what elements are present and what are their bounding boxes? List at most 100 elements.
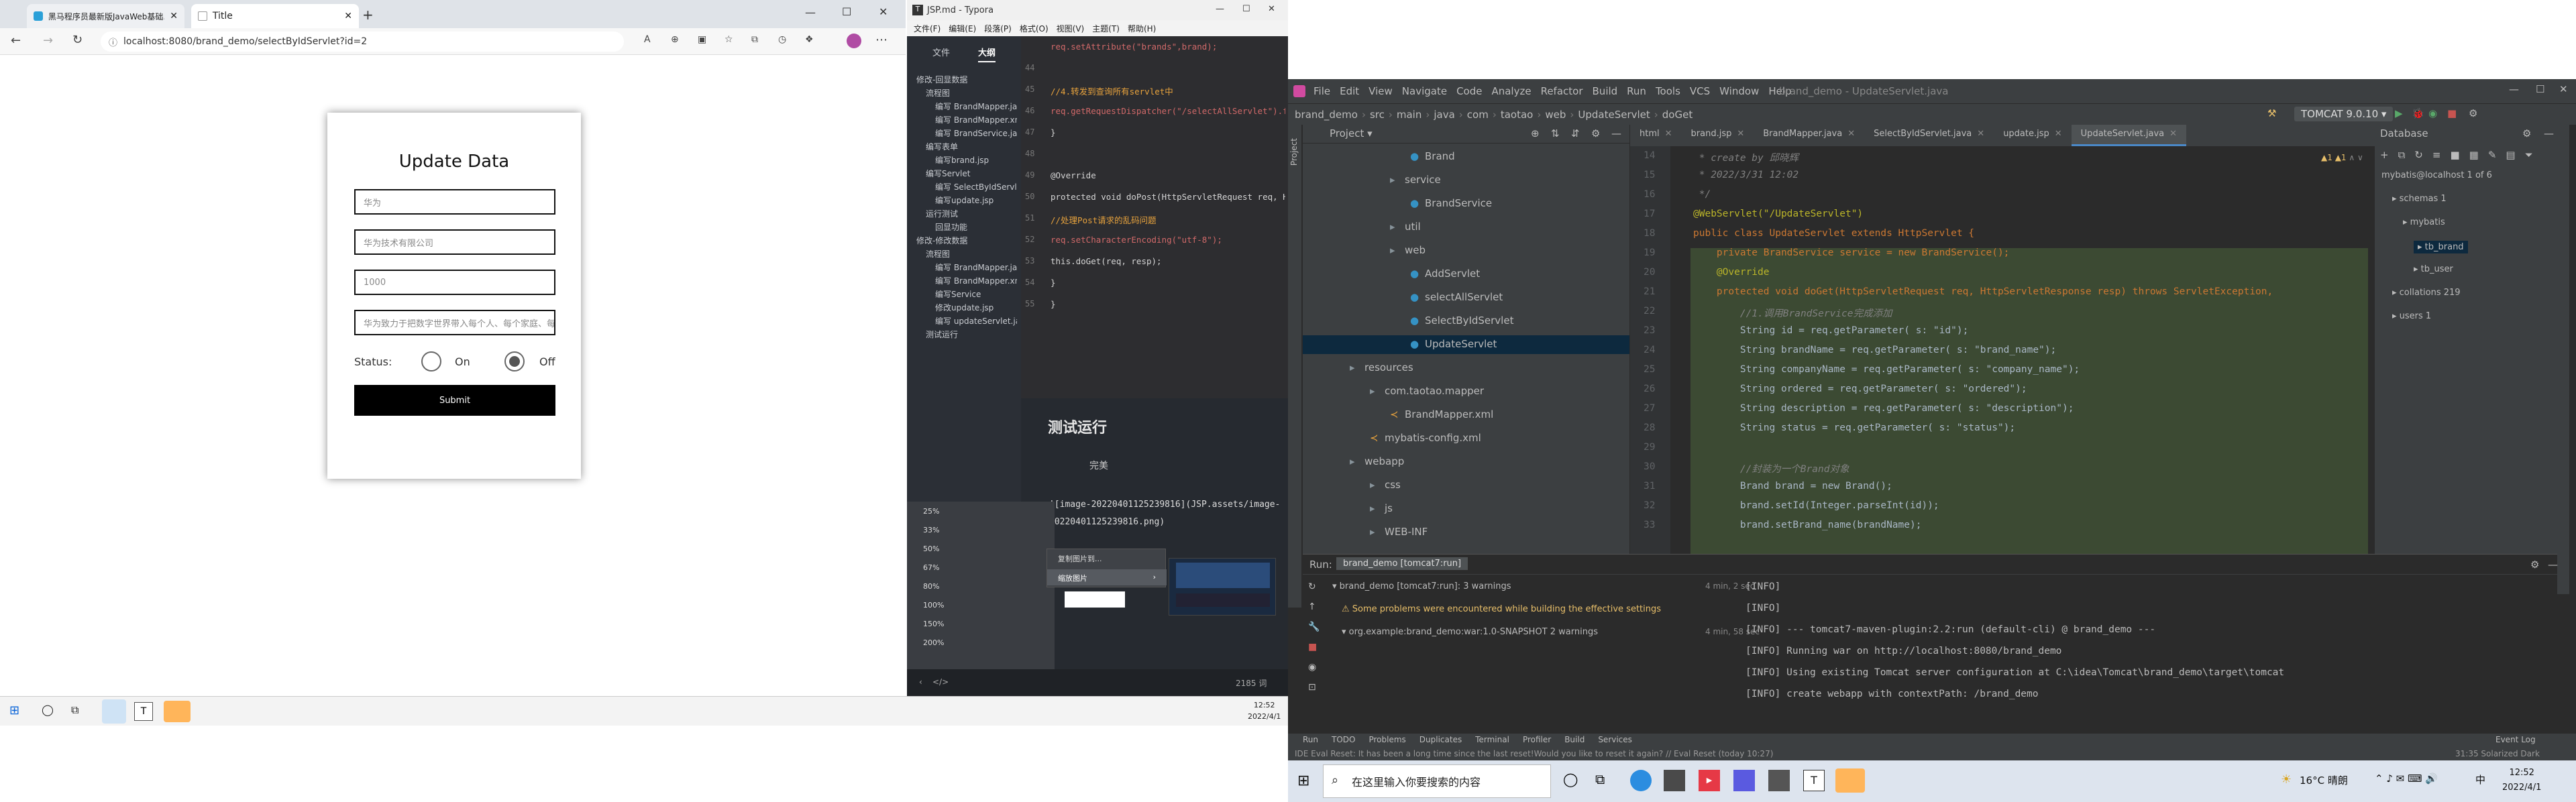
close-icon[interactable]: ✕	[2055, 129, 2062, 139]
close-window-icon[interactable]: ✕	[2559, 83, 2568, 95]
breadcrumb-item[interactable]: com	[1467, 109, 1489, 121]
tree-row[interactable]: ▸ webapp	[1303, 453, 1629, 471]
outline-item[interactable]: 修改-回显数据	[916, 74, 1017, 85]
tree-row[interactable]: ● UpdateServlet	[1303, 335, 1629, 354]
menu-item[interactable]: VCS	[1690, 85, 1710, 97]
outline-item[interactable]: 编写 BrandMapper.java	[935, 262, 1017, 273]
outline-item[interactable]: 编写 BrandMapper.xml	[935, 114, 1017, 125]
editor-tab[interactable]: html ✕	[1630, 125, 1682, 146]
menu-item[interactable]: View	[1368, 85, 1393, 97]
rerun-icon[interactable]: ↻	[1308, 581, 1320, 592]
edge-taskbar-icon[interactable]	[1630, 770, 1652, 791]
tree-row[interactable]: ▸ js	[1303, 500, 1629, 518]
menu-item[interactable]: Build	[1593, 85, 1618, 97]
menu-item[interactable]: 主题(T)	[1092, 23, 1120, 34]
menu-item[interactable]: File	[1313, 85, 1330, 97]
minimize-icon[interactable]: —	[805, 6, 816, 19]
outline-item[interactable]: 编写 BrandService.java	[935, 127, 1017, 139]
menu-item[interactable]: 格式(O)	[1020, 23, 1049, 34]
zoom-option[interactable]: 150%	[923, 620, 944, 628]
cortana-icon[interactable]: ◯	[1563, 771, 1578, 787]
pin-icon[interactable]: ⊡	[1308, 682, 1320, 693]
db-tree-item[interactable]: ▸ tb_user	[2414, 264, 2453, 274]
event-log-button[interactable]: Event Log	[2496, 735, 2536, 744]
tree-row[interactable]: ● selectAllServlet	[1303, 288, 1629, 307]
minimize-icon[interactable]: —	[1216, 4, 1224, 14]
menu-item-copy-image[interactable]: 复制图片到...	[1058, 553, 1102, 564]
add-icon[interactable]: +	[2380, 149, 2389, 161]
tree-row[interactable]: ▸ util	[1303, 218, 1629, 237]
close-icon[interactable]: ✕	[1737, 129, 1744, 139]
editor-tab[interactable]: BrandMapper.java ✕	[1754, 125, 1864, 146]
outline-item[interactable]: 编写 updateServlet.java	[935, 315, 1017, 327]
maximize-icon[interactable]: ☐	[2536, 83, 2544, 95]
gear-icon[interactable]: ⚙	[2522, 127, 2531, 139]
breadcrumb-item[interactable]: main	[1397, 109, 1421, 121]
locate-icon[interactable]: ⊕	[1531, 127, 1540, 139]
copy-icon[interactable]: ⧉	[2398, 149, 2406, 161]
hide-icon[interactable]: —	[1611, 127, 1621, 139]
settings-icon[interactable]: ⚙	[2469, 107, 2477, 119]
run-config-select[interactable]: TOMCAT 9.0.10 ▾	[2294, 107, 2394, 121]
company-name-input[interactable]: 华为技术有限公司	[354, 229, 555, 255]
close-icon[interactable]: ✕	[170, 11, 178, 21]
submit-button[interactable]: Submit	[354, 385, 555, 416]
expand-all-icon[interactable]: ⇵	[1571, 127, 1580, 139]
search-icon[interactable]: ◯	[42, 703, 54, 716]
db-tree-item[interactable]: mybatis@localhost 1 of 6	[2381, 170, 2492, 180]
app-taskbar-icon[interactable]	[1768, 770, 1790, 791]
status-on-radio[interactable]	[421, 351, 441, 371]
db-tree-item[interactable]: ▸ users 1	[2392, 311, 2431, 321]
project-view-select[interactable]: Project ▾	[1330, 127, 1373, 139]
editor-tab[interactable]: UpdateServlet.java ✕	[2071, 125, 2187, 146]
up-icon[interactable]: ↑	[1308, 602, 1320, 612]
tool-tab[interactable]: Services	[1598, 735, 1632, 744]
breadcrumb-item[interactable]: web	[1545, 109, 1566, 121]
forward-icon[interactable]: →	[43, 34, 53, 48]
menu-item[interactable]: Analyze	[1491, 85, 1531, 97]
typora-taskbar-icon[interactable]: T	[134, 702, 153, 721]
zoom-option[interactable]: 200%	[923, 638, 944, 647]
typora-taskbar-icon[interactable]: T	[1803, 770, 1825, 791]
description-textarea[interactable]: 华为致力于把数字世界带入每个人、每个家庭、每	[354, 310, 555, 335]
zoom-option[interactable]: 80%	[923, 582, 939, 591]
breadcrumb-item[interactable]: java	[1434, 109, 1454, 121]
zoom-option[interactable]: 33%	[923, 526, 939, 534]
read-aloud-icon[interactable]: A	[644, 34, 651, 45]
ordered-input[interactable]: 1000	[354, 270, 555, 295]
db-tree-item[interactable]: ▸ mybatis	[2403, 217, 2445, 227]
tree-row[interactable]: ▸ WEB-INF	[1303, 523, 1629, 542]
outline-item[interactable]: 编写 BrandMapper.xml	[935, 275, 1017, 286]
tree-row[interactable]: ▸ web	[1303, 241, 1629, 260]
tree-row[interactable]: ▸ service	[1303, 171, 1629, 190]
close-window-icon[interactable]: ✕	[879, 5, 888, 18]
hide-icon[interactable]: —	[2548, 559, 2558, 571]
wechat-taskbar-icon[interactable]	[1835, 768, 1865, 793]
outline-item[interactable]: 编写表单	[926, 141, 1017, 152]
menu-item[interactable]: Window	[1719, 85, 1759, 97]
outline-item[interactable]: 编写update.jsp	[935, 194, 1017, 206]
table-icon[interactable]: ▦	[2469, 149, 2479, 161]
tree-row[interactable]: ● Brand	[1303, 148, 1629, 166]
eye-icon[interactable]: ◉	[1308, 662, 1320, 673]
browser-tab-1[interactable]: 黑马程序员最新版JavaWeb基础... ✕	[27, 4, 184, 28]
db-tree-item[interactable]: ▸ schemas 1	[2392, 194, 2447, 204]
refresh-icon[interactable]: ↻	[2414, 149, 2423, 161]
project-tool-button[interactable]: Project	[1289, 138, 1299, 166]
outline-item[interactable]: 编写Service	[935, 288, 1017, 300]
outline-item[interactable]: 回显功能	[935, 221, 1017, 233]
task-view-icon[interactable]: ⧉	[71, 703, 78, 717]
wechat-taskbar-icon[interactable]	[164, 701, 191, 722]
close-icon[interactable]: ✕	[2169, 129, 2177, 139]
tree-row[interactable]: ≺ BrandMapper.xml	[1303, 406, 1629, 424]
clock[interactable]: 12:52 2022/4/1	[2502, 766, 2541, 795]
menu-item[interactable]: 帮助(H)	[1128, 23, 1156, 34]
build-tree-item[interactable]: ⚠ Some problems were encountered while b…	[1342, 604, 1717, 614]
inspection-widget[interactable]: ▲1 ▲1 ∧ ∨	[2321, 153, 2363, 162]
intellij-taskbar-icon[interactable]	[1733, 770, 1755, 791]
tree-row[interactable]: ▸ com.taotao.mapper	[1303, 382, 1629, 401]
db-tree-item[interactable]: ▸ collations 219	[2392, 288, 2461, 298]
outline-item[interactable]: 流程图	[926, 248, 1017, 260]
zoom-option[interactable]: 67%	[923, 563, 939, 572]
menu-item-zoom-image[interactable]: 缩放图片 ›	[1047, 569, 1167, 585]
